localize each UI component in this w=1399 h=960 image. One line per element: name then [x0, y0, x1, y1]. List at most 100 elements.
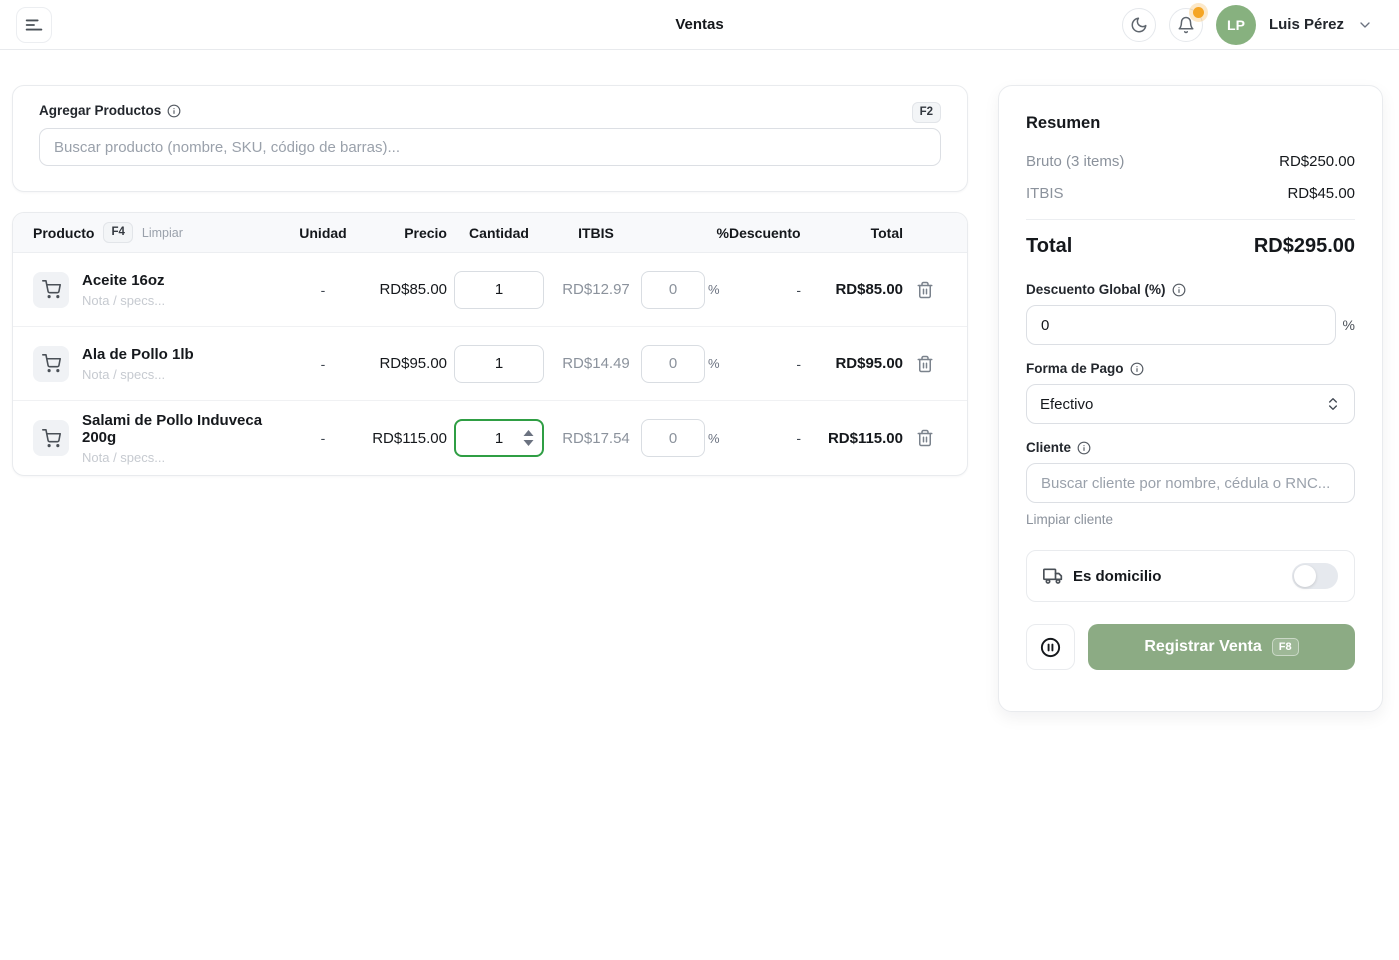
- itbis-value: RD$12.97: [551, 281, 641, 298]
- pause-circle-icon: [1039, 636, 1062, 659]
- product-name: Aceite 16oz: [82, 272, 165, 289]
- summary-title: Resumen: [1026, 114, 1355, 133]
- precio-value: RD$95.00: [351, 355, 447, 372]
- shortcut-badge-f2: F2: [912, 102, 941, 123]
- hold-sale-button[interactable]: [1026, 624, 1075, 670]
- info-icon: [1077, 441, 1091, 455]
- col-cantidad: Cantidad: [447, 225, 551, 241]
- descuento-global-label: Descuento Global (%): [1026, 282, 1166, 297]
- row-total: RD$85.00: [807, 281, 903, 298]
- quantity-stepper[interactable]: [454, 271, 544, 309]
- global-discount-suffix: %: [1343, 317, 1355, 333]
- unidad-value: -: [295, 356, 351, 372]
- es-domicilio-card: Es domicilio: [1026, 550, 1355, 602]
- cliente-group: Cliente Limpiar cliente: [1026, 440, 1355, 527]
- precio-value: RD$85.00: [351, 281, 447, 298]
- col-itbis: ITBIS: [551, 225, 641, 241]
- delete-row-button[interactable]: [903, 429, 947, 447]
- forma-pago-label: Forma de Pago: [1026, 361, 1124, 376]
- itbis-value: RD$14.49: [551, 355, 641, 372]
- unidad-value: -: [295, 430, 351, 446]
- descuento-value: -: [729, 430, 807, 446]
- limpiar-cliente-link[interactable]: Limpiar cliente: [1026, 512, 1355, 527]
- col-producto: Producto: [33, 225, 94, 241]
- chevrons-up-down-icon: [1325, 396, 1341, 412]
- notifications-button[interactable]: [1169, 8, 1203, 42]
- product-name: Ala de Pollo 1lb: [82, 346, 194, 363]
- row-total: RD$115.00: [807, 430, 903, 447]
- shortcut-badge-f4: F4: [103, 222, 132, 243]
- bruto-label: Bruto (3 items): [1026, 153, 1124, 170]
- avatar[interactable]: LP: [1216, 5, 1256, 45]
- delete-row-button[interactable]: [903, 281, 947, 299]
- table-row: Salami de Pollo Induveca 200g Nota / spe…: [13, 401, 967, 475]
- summary-divider: [1026, 219, 1355, 220]
- header-actions: LP Luis Pérez: [1122, 5, 1373, 45]
- es-domicilio-toggle[interactable]: [1292, 563, 1338, 589]
- trash-icon: [916, 429, 934, 447]
- add-products-card: Agregar Productos F2: [12, 85, 968, 192]
- total-value: RD$295.00: [1254, 235, 1355, 258]
- quantity-input[interactable]: [455, 272, 543, 308]
- discount-pct-input[interactable]: [641, 271, 705, 309]
- product-note-field[interactable]: Nota / specs...: [82, 450, 295, 465]
- quantity-stepper-focused[interactable]: [454, 419, 544, 457]
- dark-mode-button[interactable]: [1122, 8, 1156, 42]
- limpiar-table-link[interactable]: Limpiar: [142, 226, 183, 240]
- quantity-input[interactable]: [455, 346, 543, 382]
- client-search-input[interactable]: [1026, 463, 1355, 503]
- bruto-value: RD$250.00: [1279, 153, 1355, 170]
- pct-suffix: %: [708, 356, 720, 371]
- cart-icon: [33, 272, 69, 308]
- moon-icon: [1130, 16, 1148, 34]
- table-row: Ala de Pollo 1lb Nota / specs... - RD$95…: [13, 327, 967, 401]
- add-products-label: Agregar Productos: [39, 103, 161, 118]
- col-total: Total: [807, 225, 903, 241]
- unidad-value: -: [295, 282, 351, 298]
- ventas-page: Ventas LP Luis Pérez: [0, 0, 1399, 960]
- forma-pago-group: Forma de Pago Efectivo: [1026, 361, 1355, 424]
- es-domicilio-label: Es domicilio: [1073, 568, 1161, 585]
- global-discount-input[interactable]: [1026, 305, 1336, 345]
- registrar-venta-label: Registrar Venta: [1144, 638, 1261, 656]
- table-row: Aceite 16oz Nota / specs... - RD$85.00 R…: [13, 253, 967, 327]
- descuento-value: -: [729, 282, 807, 298]
- pct-suffix: %: [708, 282, 720, 297]
- total-row: Total RD$295.00: [1026, 235, 1355, 258]
- trash-icon: [916, 281, 934, 299]
- cart-icon: [33, 420, 69, 456]
- payment-method-select[interactable]: Efectivo: [1026, 384, 1355, 424]
- product-name: Salami de Pollo Induveca 200g: [82, 412, 295, 446]
- registrar-venta-button[interactable]: Registrar Venta F8: [1088, 624, 1355, 670]
- top-bar: Ventas LP Luis Pérez: [0, 0, 1399, 50]
- payment-method-value: Efectivo: [1040, 396, 1093, 413]
- discount-pct-input[interactable]: [641, 419, 705, 457]
- summary-panel: Resumen Bruto (3 items) RD$250.00 ITBIS …: [998, 85, 1383, 712]
- discount-pct-input[interactable]: [641, 345, 705, 383]
- info-icon: [167, 104, 181, 118]
- hamburger-icon: [23, 14, 45, 36]
- cart-table-card: Producto F4 Limpiar Unidad Precio Cantid…: [12, 212, 968, 476]
- col-precio: Precio: [351, 225, 447, 241]
- spinner-arrows-icon[interactable]: [523, 430, 534, 446]
- cliente-label: Cliente: [1026, 440, 1071, 455]
- descuento-global-group: Descuento Global (%) %: [1026, 282, 1355, 345]
- chevron-down-icon[interactable]: [1357, 17, 1373, 33]
- delete-row-button[interactable]: [903, 355, 947, 373]
- pct-suffix: %: [708, 431, 720, 446]
- quantity-stepper[interactable]: [454, 345, 544, 383]
- product-note-field[interactable]: Nota / specs...: [82, 367, 194, 382]
- info-icon: [1130, 362, 1144, 376]
- itbis-row: ITBIS RD$45.00: [1026, 185, 1355, 202]
- summary-actions: Registrar Venta F8: [1026, 624, 1355, 670]
- product-search-input[interactable]: [39, 128, 941, 166]
- precio-value: RD$115.00: [351, 430, 447, 447]
- page-title: Ventas: [675, 16, 723, 33]
- add-products-label-row: Agregar Productos: [39, 103, 941, 118]
- col-unidad: Unidad: [295, 225, 351, 241]
- descuento-value: -: [729, 356, 807, 372]
- trash-icon: [916, 355, 934, 373]
- menu-button[interactable]: [16, 7, 52, 43]
- truck-icon: [1043, 566, 1063, 586]
- product-note-field[interactable]: Nota / specs...: [82, 293, 165, 308]
